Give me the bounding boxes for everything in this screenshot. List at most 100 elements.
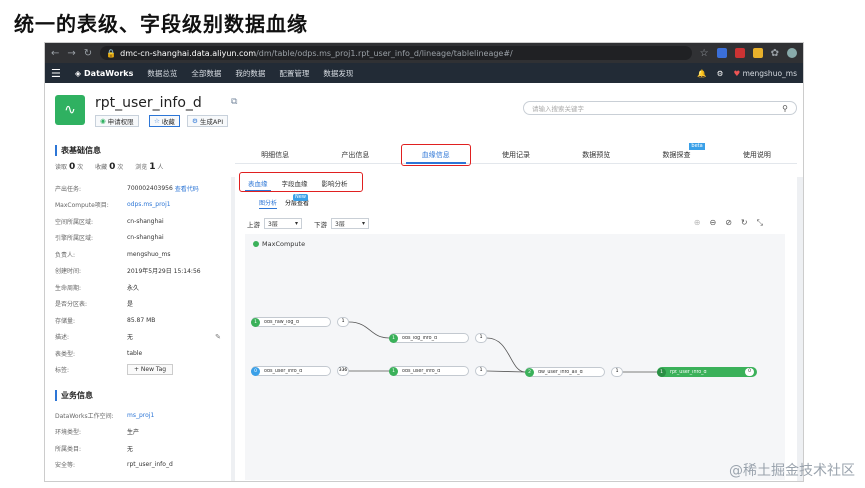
dataworks-nav: ☰ ◈ DataWorks 数据总览 全部数据 我的数据 配置管理 数据发现 🔔 … — [45, 63, 803, 83]
nav-item-all-data[interactable]: 全部数据 — [191, 68, 221, 79]
view-toggle: 图分析 分层查看 New — [259, 194, 309, 209]
heart-icon: ♥ — [733, 68, 741, 78]
workspace-link[interactable]: ms_proj1 — [127, 412, 154, 419]
view-code-link[interactable]: 查看代码 — [175, 184, 199, 193]
nav-item-discover[interactable]: 数据发现 — [323, 68, 353, 79]
edge — [486, 337, 526, 373]
browser-toolbar: ← → ↻ 🔒 dmc-cn-shanghai.data.aliyun.com … — [45, 43, 803, 63]
forward-icon[interactable]: → — [67, 48, 75, 59]
node-count: 0 — [745, 368, 754, 376]
graph-view-button[interactable]: 图分析 — [259, 198, 278, 209]
info-row: 是否分区表: 是 — [55, 301, 134, 309]
zoom-out-icon[interactable]: ⊖ — [709, 218, 716, 228]
new-badge: New — [293, 194, 308, 201]
tab-details[interactable]: 明细信息 — [235, 146, 315, 163]
extension-icon[interactable] — [716, 48, 727, 58]
tab-explore[interactable]: 数据探查 beta — [636, 143, 716, 163]
star-icon[interactable]: ☆ — [700, 48, 709, 59]
table-icon: ∿ — [55, 95, 85, 125]
info-panel: 表基础信息 读取 0 次 收藏 0 次 浏览 1 人 产出任务: 70000240… — [45, 139, 231, 481]
user-menu[interactable]: ♥ mengshuo_ms — [733, 69, 797, 78]
highlight-subtabs — [239, 172, 363, 192]
chevron-down-icon: ▾ — [361, 220, 365, 227]
tab-preview[interactable]: 数据预览 — [556, 146, 636, 163]
settings-icon[interactable]: ⚙ — [717, 69, 724, 78]
lock-icon: 🔒 — [106, 48, 117, 58]
downstream-select[interactable]: 3层 ▾ — [331, 218, 369, 229]
read-count: 读取 0 次 — [55, 162, 84, 172]
nav-item-my-data[interactable]: 我的数据 — [235, 68, 265, 79]
dataworks-logo[interactable]: ◈ DataWorks — [75, 69, 133, 78]
info-row: 生命周期: 永久 — [55, 284, 140, 292]
address-bar[interactable]: 🔒 dmc-cn-shanghai.data.aliyun.com /dm/ta… — [100, 46, 692, 60]
tab-output[interactable]: 产出信息 — [315, 146, 395, 163]
info-row: 空间所属区域: cn-shanghai — [55, 217, 164, 226]
depth-controls: 上游 3层 ▾ 下游 3层 ▾ — [247, 218, 369, 229]
lineage-edges — [348, 321, 657, 373]
edit-icon[interactable]: ✎ — [215, 333, 221, 341]
edge — [486, 370, 526, 373]
copy-icon[interactable]: ⧉ — [231, 97, 237, 107]
basic-info-title: 表基础信息 — [55, 145, 221, 156]
tab-help[interactable]: 使用说明 — [717, 146, 797, 163]
puzzle-icon[interactable]: ✿ — [771, 48, 779, 59]
back-icon[interactable]: ← — [51, 48, 59, 59]
chevron-down-icon: ▾ — [294, 220, 298, 227]
info-row: 描述: 无 ✎ — [55, 332, 221, 342]
node-count: 1 — [475, 366, 487, 376]
tab-usage[interactable]: 使用记录 — [476, 146, 556, 163]
profile-avatar[interactable] — [787, 48, 797, 58]
edge — [348, 321, 390, 339]
favorite-button[interactable]: ☆ 收藏 — [149, 115, 180, 127]
nav-item-overview[interactable]: 数据总览 — [147, 68, 177, 79]
info-row: 创建时间: 2019年5月29日 15:14:56 — [55, 268, 201, 276]
lineage-node[interactable]: 2 dw_user_info_all_d — [525, 367, 605, 377]
nav-item-config[interactable]: 配置管理 — [279, 68, 309, 79]
search-icon[interactable]: ⚲ — [782, 104, 788, 113]
slide-title: 统一的表级、字段级别数据血缘 — [14, 12, 308, 36]
generate-api-button[interactable]: ⚙ 生成API — [187, 115, 229, 127]
info-row: 标签: + New Tag — [55, 362, 221, 379]
api-icon: ⚙ — [192, 117, 198, 125]
cube-icon: ◈ — [74, 68, 82, 78]
extension-icon[interactable] — [752, 48, 763, 58]
info-row: 所属类目: 无 — [55, 445, 134, 453]
watermark: @稀土掘金技术社区 — [729, 463, 855, 479]
node-count: 336 — [337, 366, 349, 376]
lineage-node[interactable]: 1 ods_user_info_d — [389, 366, 469, 376]
reload-icon[interactable]: ↻ — [84, 48, 92, 59]
info-row: MaxCompute项目: odps.ms_proj1 — [55, 201, 171, 210]
info-row: 产出任务: 700002403956 查看代码 — [55, 184, 199, 193]
menu-icon[interactable]: ☰ — [51, 67, 61, 80]
lineage-node[interactable]: 0 ods_user_info_d — [251, 366, 331, 376]
lineage-node[interactable]: 1 ods_raw_log_d — [251, 317, 331, 327]
fit-icon[interactable]: ⊘ — [725, 218, 732, 228]
url-host: dmc-cn-shanghai.data.aliyun.com — [120, 48, 257, 58]
extension-icon[interactable] — [734, 48, 745, 58]
biz-info-title: 业务信息 — [55, 390, 221, 401]
fullscreen-icon[interactable]: ⤡ — [757, 218, 763, 228]
project-link[interactable]: odps.ms_proj1 — [127, 201, 171, 208]
search-input[interactable]: 请输入搜索关键字 ⚲ — [523, 101, 797, 115]
lineage-canvas[interactable]: MaxCompute 1 ods_raw_log_d 1 1 ods_log_inf… — [245, 234, 785, 480]
info-row: 负责人: mengshuo_ms — [55, 250, 171, 259]
node-count: 1 — [611, 367, 623, 377]
node-count: 1 — [475, 333, 487, 343]
shield-icon: ◉ — [100, 117, 106, 125]
beta-badge: beta — [689, 143, 705, 150]
url-path: /dm/table/odps.ms_proj1.rpt_user_info_d/… — [256, 48, 513, 58]
apply-permission-button[interactable]: ◉ 申请权限 — [95, 115, 139, 127]
highlight-lineage-tab — [401, 144, 471, 166]
upstream-select[interactable]: 3层 ▾ — [264, 218, 302, 229]
lineage-node-current[interactable]: 1 rpt_user_info_d 0 — [657, 367, 757, 377]
bell-icon[interactable]: 🔔 — [697, 69, 706, 78]
info-row: DataWorks工作空间: ms_proj1 — [55, 411, 155, 420]
info-row: 环境类型: 生产 — [55, 429, 140, 437]
info-row: 安全等: rpt_user_info_d — [55, 461, 173, 470]
new-tag-button[interactable]: + New Tag — [127, 364, 174, 376]
refresh-icon[interactable]: ↻ — [741, 218, 748, 228]
detail-panel: 明细信息 产出信息 血缘信息 使用记录 数据预览 数据探查 beta 使用说明 表… — [235, 143, 797, 481]
usage-stats: 读取 0 次 收藏 0 次 浏览 1 人 — [55, 162, 221, 172]
lineage-node[interactable]: 1 ods_log_info_d — [389, 333, 469, 343]
zoom-in-icon[interactable]: ⊕ — [694, 218, 701, 228]
